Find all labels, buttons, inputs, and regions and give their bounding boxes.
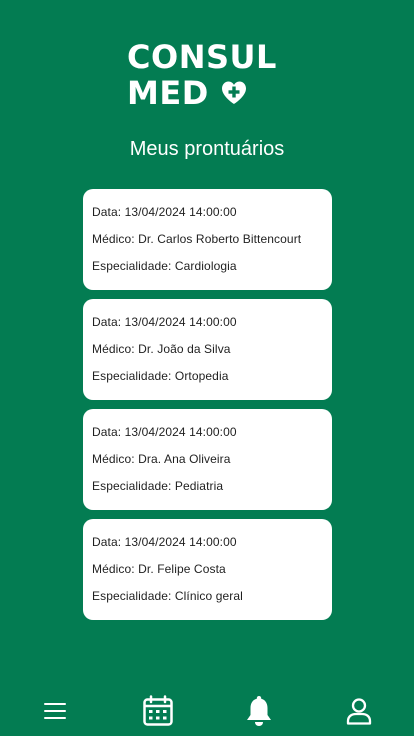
profile-button[interactable]	[341, 693, 377, 729]
record-specialty: Especialidade: Pediatria	[92, 479, 224, 493]
record-specialty: Especialidade: Ortopedia	[92, 369, 229, 383]
user-icon	[346, 698, 372, 725]
record-date: Data: 13/04/2024 14:00:00	[92, 535, 237, 549]
bottom-navigation	[0, 686, 414, 736]
record-card[interactable]: Data: 13/04/2024 14:00:00 Médico: Dr. Jo…	[83, 299, 332, 400]
notifications-button[interactable]	[241, 693, 277, 729]
page-title: Meus prontuários	[129, 138, 285, 160]
record-specialty: Especialidade: Clínico geral	[92, 589, 243, 603]
calendar-button[interactable]	[140, 693, 176, 729]
logo-line-2: MED	[127, 76, 247, 110]
record-specialty: Especialidade: Cardiologia	[92, 259, 237, 273]
record-date: Data: 13/04/2024 14:00:00	[92, 205, 237, 219]
record-card[interactable]: Data: 13/04/2024 14:00:00 Médico: Dr. Ca…	[83, 189, 332, 290]
hamburger-menu-icon	[44, 703, 66, 719]
record-doctor: Médico: Dr. Felipe Costa	[92, 562, 226, 576]
record-date: Data: 13/04/2024 14:00:00	[92, 315, 237, 329]
records-list: Data: 13/04/2024 14:00:00 Médico: Dr. Ca…	[83, 189, 332, 629]
record-doctor: Médico: Dra. Ana Oliveira	[92, 452, 231, 466]
record-card[interactable]: Data: 13/04/2024 14:00:00 Médico: Dr. Fe…	[83, 519, 332, 620]
record-doctor: Médico: Dr. João da Silva	[92, 342, 231, 356]
record-doctor: Médico: Dr. Carlos Roberto Bittencourt	[92, 232, 302, 246]
calendar-icon	[143, 695, 173, 726]
consulmed-logo: CONSUL MED	[127, 40, 297, 110]
logo-text-line-2: MED	[127, 74, 209, 112]
heart-plus-icon	[222, 81, 247, 104]
bell-icon	[247, 696, 271, 726]
record-card[interactable]: Data: 13/04/2024 14:00:00 Médico: Dra. A…	[83, 409, 332, 510]
logo-text-line-1: CONSUL	[127, 38, 277, 76]
record-date: Data: 13/04/2024 14:00:00	[92, 425, 237, 439]
menu-button[interactable]	[37, 693, 73, 729]
